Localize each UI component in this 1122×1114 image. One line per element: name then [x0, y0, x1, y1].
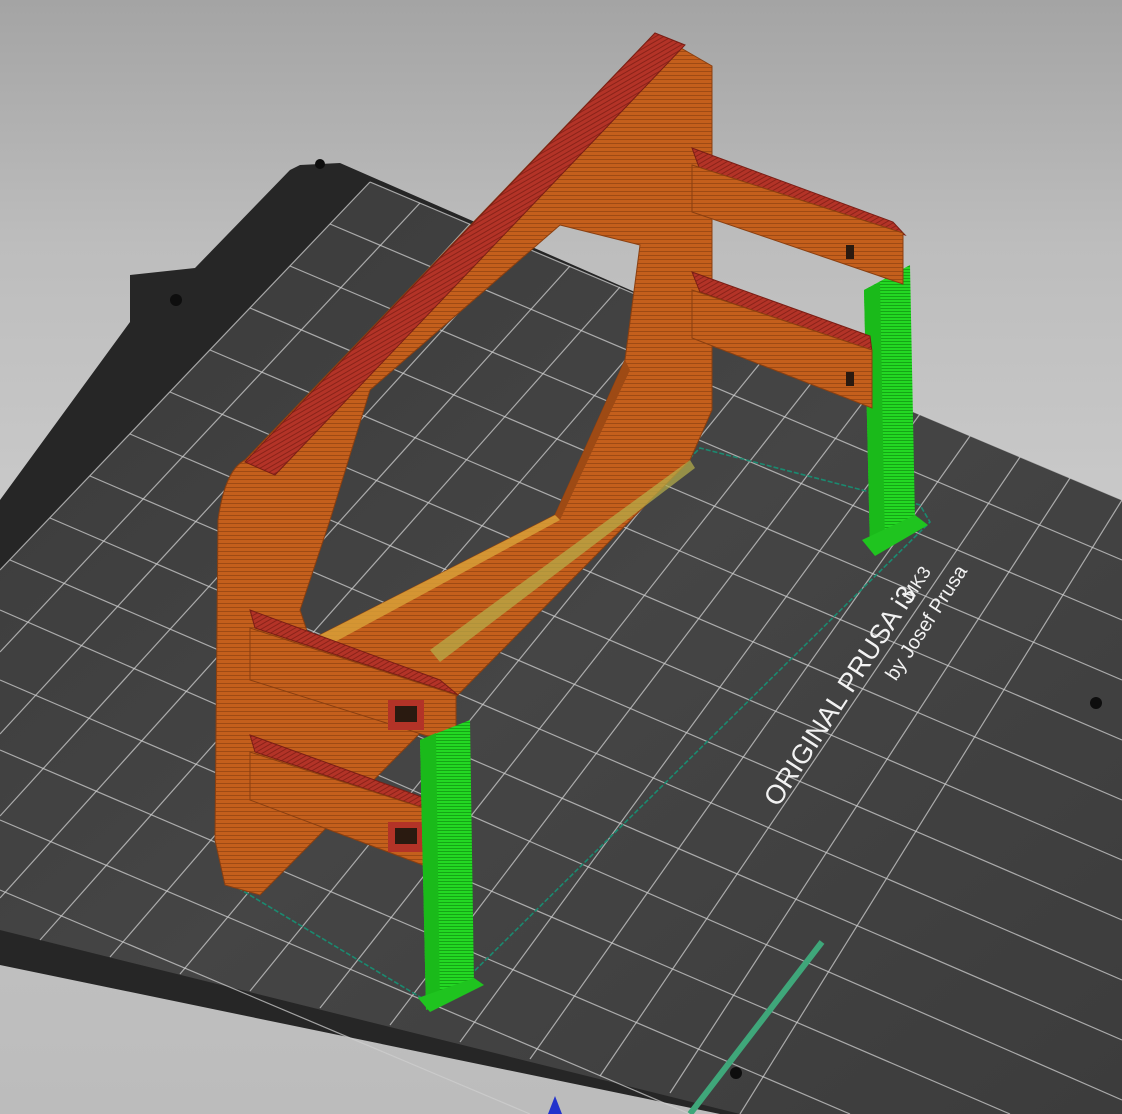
axis-arrow-icon: [548, 1096, 562, 1114]
print-bed: ORIGINAL PRUSA i3 MK3 by Josef Prusa: [0, 159, 1122, 1114]
print-preview-scene[interactable]: ORIGINAL PRUSA i3 MK3 by Josef Prusa: [0, 0, 1122, 1114]
bed-hole-icon: [730, 1067, 742, 1079]
frame-arm-upper-right: [691, 147, 907, 285]
bed-hole-icon: [1090, 697, 1102, 709]
bed-hole-icon: [170, 294, 182, 306]
3d-viewport[interactable]: ORIGINAL PRUSA i3 MK3 by Josef Prusa: [0, 0, 1122, 1114]
bed-hole-icon: [315, 159, 325, 169]
